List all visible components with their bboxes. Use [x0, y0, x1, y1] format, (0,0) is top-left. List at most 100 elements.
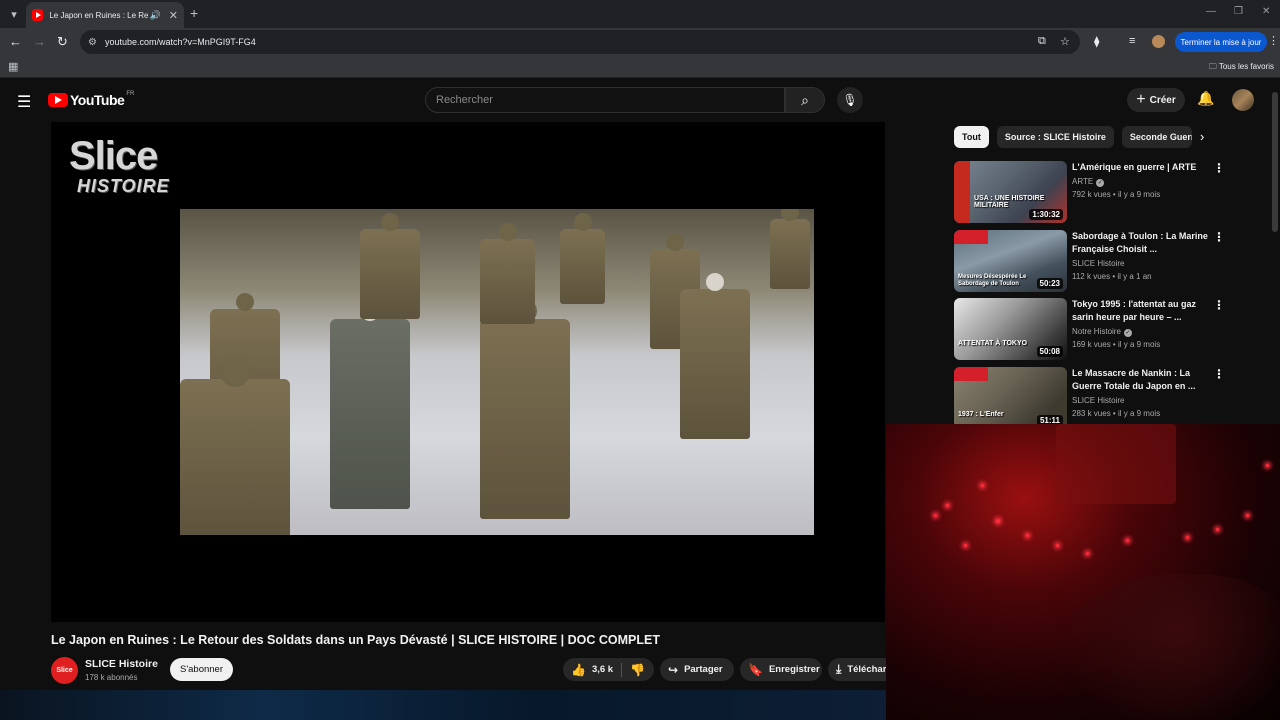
all-bookmarks-folder[interactable]: 🗀 Tous les favoris: [1209, 61, 1274, 75]
soldier-figure: [560, 213, 605, 304]
user-avatar[interactable]: [1232, 89, 1254, 111]
upload-age: il y a 9 mois: [1117, 190, 1161, 199]
recommended-channel[interactable]: SLICE Histoire: [1072, 396, 1124, 405]
omnibox[interactable]: ⚙ youtube.com/watch?v=MnPGI9T-FG4: [80, 30, 1080, 54]
recommended-video[interactable]: USA : UNE HISTOIRE MILITAIRE 1:30:32 L'A…: [954, 161, 1274, 223]
youtube-play-icon: [48, 93, 68, 107]
apps-grid-icon[interactable]: ▦: [8, 60, 18, 73]
save-button[interactable]: 🔖 Enregistrer: [740, 658, 822, 681]
fairy-light: [964, 544, 967, 547]
channel-avatar[interactable]: Slice: [51, 657, 78, 684]
recommended-title[interactable]: Sabordage à Toulon : La Marine Française …: [1072, 230, 1212, 256]
page-background-image: [0, 690, 886, 720]
site-settings-icon[interactable]: ⚙: [88, 37, 97, 48]
thumbnail-text: ATTENTAT À TOKYO: [958, 340, 1028, 347]
fairy-light: [981, 484, 984, 487]
notifications-bell-icon[interactable]: 🔔: [1197, 90, 1214, 107]
browser-tab-active[interactable]: Le Japon en Ruines : Le Retour 🔊 ✕: [26, 2, 184, 28]
subscribe-button[interactable]: S'abonner: [170, 658, 233, 681]
search-button[interactable]: ⌕: [785, 87, 825, 113]
soldier-figure: [480, 223, 535, 324]
chip-second-war[interactable]: Seconde Guerre: [1121, 126, 1192, 148]
maximize-icon[interactable]: ❐: [1234, 6, 1243, 17]
video-thumbnail[interactable]: Mesures Désespérée Le Sabordage de Toulo…: [954, 230, 1067, 292]
chevron-right-icon[interactable]: ›: [1200, 129, 1204, 144]
search-input[interactable]: [436, 94, 784, 106]
url-text[interactable]: youtube.com/watch?v=MnPGI9T-FG4: [105, 37, 256, 47]
view-count: 112 k vues: [1072, 272, 1111, 281]
new-tab-icon[interactable]: +: [190, 5, 198, 21]
recommended-meta: 112 k vues • il y a 1 an: [1072, 272, 1152, 281]
video-player[interactable]: Slice HISTOIRE: [51, 122, 885, 622]
like-count[interactable]: 3,6 k: [592, 664, 613, 675]
soldier-figure: [770, 209, 810, 289]
search-box[interactable]: [425, 87, 785, 113]
recommended-video[interactable]: Mesures Désespérée Le Sabordage de Toulo…: [954, 230, 1274, 292]
bookmark-star-icon[interactable]: ☆: [1060, 35, 1070, 48]
channel-watermark-logo: Slice HISTOIRE: [69, 136, 170, 197]
video-title: Le Japon en Ruines : Le Retour des Solda…: [51, 633, 660, 647]
recommended-meta: 283 k vues • il y a 9 mois: [1072, 409, 1161, 418]
share-button[interactable]: ↪ Partager: [660, 658, 734, 681]
recommended-title[interactable]: Tokyo 1995 : l'attentat au gaz sarin heur…: [1072, 298, 1212, 324]
video-thumbnail[interactable]: 1937 : L'Enfer 51:11: [954, 367, 1067, 429]
soldier-figure: [680, 273, 750, 439]
browser-profile-avatar[interactable]: [1152, 35, 1165, 48]
recommended-channel[interactable]: ARTE ✓: [1072, 177, 1105, 187]
bookmark-icon: 🔖: [748, 662, 763, 677]
menu-hamburger-icon[interactable]: ☰: [17, 92, 31, 112]
thumbs-up-icon[interactable]: 👍: [571, 663, 586, 677]
video-thumbnail[interactable]: USA : UNE HISTOIRE MILITAIRE 1:30:32: [954, 161, 1067, 223]
chip-source-channel[interactable]: Source : SLICE Histoire: [996, 126, 1114, 148]
youtube-logo[interactable]: YouTube FR: [48, 91, 134, 108]
download-button[interactable]: ⤓ Téléchar: [828, 658, 886, 681]
recommended-title[interactable]: Le Massacre de Nankin : La Guerre Totale …: [1072, 367, 1212, 393]
back-icon[interactable]: ←: [9, 34, 22, 49]
search-icon: ⌕: [801, 91, 809, 108]
soldier-figure: [360, 213, 420, 319]
recommended-title-line1: Le Massacre de Nankin : La: [1072, 368, 1191, 378]
all-bookmarks-label: Tous les favoris: [1218, 62, 1274, 71]
tab-search-icon[interactable]: ▾: [4, 4, 24, 24]
reading-list-icon[interactable]: ≡: [1129, 35, 1135, 47]
webcam-background-screen: [1056, 424, 1176, 504]
recommended-channel[interactable]: Notre Histoire ✓: [1072, 327, 1132, 337]
browser-menu-icon[interactable]: ⋮: [1268, 34, 1279, 47]
create-button[interactable]: + Créer: [1127, 88, 1185, 112]
more-options-icon[interactable]: ⋮: [1213, 298, 1225, 312]
slice-logo-badge: [954, 230, 988, 244]
recommended-title-line1: Tokyo 1995 : l'attentat au gaz: [1072, 299, 1197, 309]
recommended-video[interactable]: 1937 : L'Enfer 51:11 Le Massacre de Nank…: [954, 367, 1274, 429]
fairy-light: [1056, 544, 1059, 547]
fairy-light: [1026, 534, 1029, 537]
thumbs-down-icon[interactable]: 👎: [630, 663, 645, 677]
voice-search-button[interactable]: 🎙: [837, 87, 863, 113]
recommended-title[interactable]: L'Amérique en guerre | ARTE: [1072, 161, 1212, 174]
chip-all[interactable]: Tout: [954, 126, 989, 148]
recommended-channel[interactable]: SLICE Histoire: [1072, 259, 1124, 268]
reload-icon[interactable]: ↻: [57, 34, 68, 50]
fairy-light: [1186, 536, 1189, 539]
update-button[interactable]: Terminer la mise à jour: [1175, 32, 1267, 52]
install-app-icon[interactable]: ⧉: [1038, 35, 1046, 48]
view-count: 169 k vues: [1072, 340, 1111, 349]
forward-icon[interactable]: →: [33, 34, 46, 49]
fairy-light: [1086, 552, 1089, 555]
recommended-video[interactable]: ATTENTAT À TOKYO 50:08 Tokyo 1995 : l'at…: [954, 298, 1274, 360]
address-bar-row: ← → ↻ ⚙ youtube.com/watch?v=MnPGI9T-FG4 …: [0, 28, 1280, 56]
more-options-icon[interactable]: ⋮: [1213, 230, 1225, 244]
video-thumbnail[interactable]: ATTENTAT À TOKYO 50:08: [954, 298, 1067, 360]
soldier-figure: [480, 299, 570, 519]
channel-name[interactable]: SLICE Histoire: [85, 658, 158, 670]
tab-close-icon[interactable]: ✕: [169, 9, 178, 22]
more-options-icon[interactable]: ⋮: [1213, 161, 1225, 175]
arte-logo-band: [954, 161, 970, 223]
soldier-figure: [330, 303, 410, 509]
window-close-icon[interactable]: ✕: [1262, 6, 1270, 17]
like-divider: [621, 662, 623, 677]
save-label: Enregistrer: [768, 664, 820, 675]
extensions-icon[interactable]: ⧫: [1094, 35, 1099, 48]
more-options-icon[interactable]: ⋮: [1213, 367, 1225, 381]
audio-playing-icon[interactable]: 🔊: [150, 10, 161, 21]
minimize-icon[interactable]: —: [1206, 6, 1216, 17]
